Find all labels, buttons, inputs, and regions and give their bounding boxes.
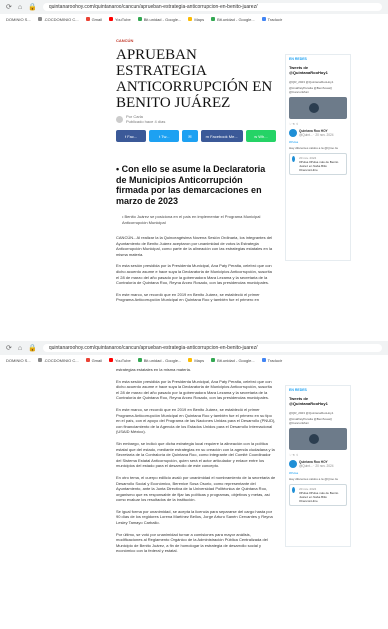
twitter-widget: EN REDES Tweets de @QuintanaRooHoy1 @QR_… xyxy=(285,385,351,547)
tweet-text: Hay diferentes caldos a la @Qroo.tw xyxy=(289,477,338,481)
article: CANCÚN APRUEBAN ESTRATEGIA ANTICORRUPCIÓ… xyxy=(116,38,276,303)
twitter-widget: EN REDES Tweets de @QuintanaRooHoy1 @QR_… xyxy=(285,54,351,261)
share-messenger-button[interactable]: m Facebook Me... xyxy=(200,130,243,142)
tweet-image[interactable] xyxy=(289,97,347,119)
article-paragraph: estrategias estatales en la misma materi… xyxy=(116,367,191,372)
share-buttons: f Fac... t Tw... ✉ m Facebook Me... w Wh… xyxy=(116,130,276,142)
tweet-text: @AnaPatyPeralta @BeniSosaQ @CancunMuni xyxy=(289,86,332,94)
avatar xyxy=(289,460,297,468)
category-label[interactable]: CANCÚN xyxy=(116,38,276,43)
article-bullet: • Benito Juárez se posiciona en el país … xyxy=(122,214,261,225)
url-input[interactable]: quintanaroohoy.com/quintanaroo/cancun/ap… xyxy=(42,3,382,11)
browser-window-bottom: ⟳ ⌂ 🔒 quintanaroohoy.com/quintanaroo/can… xyxy=(0,341,388,629)
bookmark-maps[interactable]: Maps xyxy=(188,17,204,22)
article-paragraph: En otro tema, el cuerpo edilicio avaló p… xyxy=(116,474,276,503)
article-paragraph: Se igual forma por unanimidad, se acepta… xyxy=(116,508,273,526)
tweet-image[interactable] xyxy=(289,428,347,450)
bookmark-item[interactable]: .COCDOMINIO C... xyxy=(37,17,79,22)
link-icon: ✉ xyxy=(188,133,192,139)
feed-title[interactable]: Tweets de @QuintanaRooHoy1 xyxy=(286,394,350,406)
bookmark-item[interactable]: Bit.unidad - Google... xyxy=(211,17,255,22)
author-avatar xyxy=(116,115,123,123)
article-paragraph: En esta sesión presidida por la Presiden… xyxy=(116,378,272,401)
article-paragraph: En este marco, se recordó que en 2019 en… xyxy=(116,291,260,303)
article-paragraph: En esta sesión presidida por la Presiden… xyxy=(116,263,272,286)
article-headline: APRUEBAN ESTRATEGIA ANTICORRUPCIÓN EN BE… xyxy=(116,47,273,111)
article-paragraph: Por último, se votó por unanimidad turna… xyxy=(116,531,268,554)
reload-icon[interactable]: ⟳ xyxy=(6,3,12,11)
home-icon[interactable]: ⌂ xyxy=(18,345,22,352)
share-facebook-button[interactable]: f Fac... xyxy=(116,130,147,142)
share-whatsapp-button[interactable]: w Wh... xyxy=(245,130,276,142)
sidebar-title: EN REDES xyxy=(289,388,307,392)
article-subheadline: • Con ello se asume la Declaratoria de M… xyxy=(116,164,266,206)
bookmark-maps[interactable]: Maps xyxy=(188,358,204,363)
lock-icon: 🔒 xyxy=(28,4,37,11)
bookmark-item[interactable]: DOMINIO S... xyxy=(6,358,31,363)
article-paragraph: CANCÚN.- Al realizar la la Quinceagésima… xyxy=(116,235,273,257)
lock-icon: 🔒 xyxy=(28,345,37,352)
bookmark-item[interactable]: .COCDOMINIO C... xyxy=(37,358,79,363)
feed-title[interactable]: Tweets de @QuintanaRooHoy1 xyxy=(286,63,350,75)
address-bar: ⟳ ⌂ 🔒 quintanaroohoy.com/quintanaroo/can… xyxy=(0,0,388,14)
bookmark-gmail[interactable]: Gmail xyxy=(85,358,102,363)
bookmark-item[interactable]: DOMINIO S... xyxy=(6,17,31,22)
play-icon xyxy=(309,434,319,444)
sidebar-title: EN REDES xyxy=(289,57,307,61)
tweet-card[interactable]: 20 nov. 2024 #Pulsa #Pulsa más de Benito… xyxy=(289,484,347,506)
page-content: CANCÚN APRUEBAN ESTRATEGIA ANTICORRUPCIÓ… xyxy=(0,24,388,341)
share-twitter-button[interactable]: t Tw... xyxy=(149,130,180,142)
browser-window-top: ⟳ ⌂ 🔒 quintanaroohoy.com/quintanaroo/can… xyxy=(0,0,388,341)
avatar xyxy=(292,156,296,162)
tweet-card[interactable]: 20 nov. 2024 #Pulsa #Pulsa más de Benito… xyxy=(289,153,347,175)
url-input[interactable]: quintanaroohoy.com/quintanaroo/cancun/ap… xyxy=(42,344,382,352)
page-content: estrategias estatales en la misma materi… xyxy=(0,365,388,629)
article-paragraph: Sin embargo, se indicó que dicha estrate… xyxy=(116,440,275,469)
article-meta: Por Carla Publicado hace 4 días xyxy=(116,114,276,124)
bookmark-item[interactable]: Bit.unidad - Google... xyxy=(137,17,181,22)
bookmark-item[interactable]: Bit.unidad - Google... xyxy=(137,358,181,363)
address-bar: ⟳ ⌂ 🔒 quintanaroohoy.com/quintanaroo/can… xyxy=(0,341,388,355)
tweet-text: @AnaPatyPeralta @BeniSosaQ @CancunMuni xyxy=(289,417,332,425)
bookmark-youtube[interactable]: YouTube xyxy=(109,17,131,22)
tweet-item[interactable]: Quintana Roo HOY @Quint... · 20 nov. 202… xyxy=(286,458,350,470)
share-link-button[interactable]: ✉ xyxy=(182,130,198,142)
bookmark-translate[interactable]: Traducir xyxy=(261,17,282,22)
reload-icon[interactable]: ⟳ xyxy=(6,344,12,352)
play-icon xyxy=(309,103,319,113)
bookmark-item[interactable]: Bit.unidad - Google... xyxy=(211,358,255,363)
article: estrategias estatales en la misma materi… xyxy=(116,367,276,554)
publish-date: Publicado hace 4 días xyxy=(126,119,166,124)
tweet-text: Hay diferentes caldos a la @Qroo.tw xyxy=(289,146,338,150)
bookmark-translate[interactable]: Traducir xyxy=(261,358,282,363)
avatar xyxy=(289,129,297,137)
tweet-item[interactable]: Quintana Roo HOY @Quint... · 20 nov. 202… xyxy=(286,127,350,139)
bookmark-youtube[interactable]: YouTube xyxy=(109,358,131,363)
bookmark-gmail[interactable]: Gmail xyxy=(85,17,102,22)
article-paragraph: En este marco, se recordó que en 2019 en… xyxy=(116,406,276,435)
avatar xyxy=(292,487,296,493)
home-icon[interactable]: ⌂ xyxy=(18,4,22,11)
